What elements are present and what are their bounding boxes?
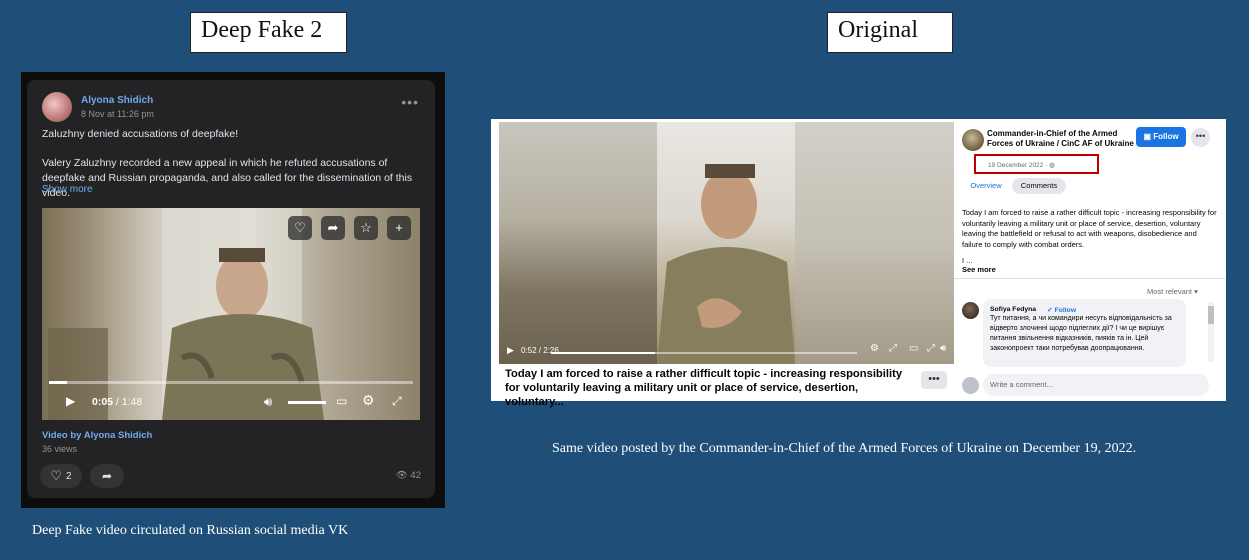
follow-label: Follow [1153, 132, 1179, 141]
fb-follow-button[interactable]: ▣ Follow [1136, 127, 1186, 147]
fb-title-more-icon[interactable]: ••• [921, 371, 947, 389]
description-tail: I ... [962, 256, 973, 265]
facebook-screenshot: ▶ 0:52 / 2:26 ⚙ ⤢ ▭ ⤢ 🔊︎ Today I am forc… [491, 119, 1226, 408]
more-options-icon[interactable]: ••• [401, 94, 419, 110]
add-plus-icon[interactable]: + [387, 216, 411, 240]
fb-progress-bar[interactable] [551, 352, 857, 354]
fb-more-icon[interactable]: ••• [1191, 128, 1210, 147]
like-count: 2 [66, 470, 72, 482]
scrollbar-thumb[interactable] [1208, 306, 1214, 324]
video-center-frame [657, 122, 795, 364]
fb-post-date[interactable]: 19 December 2022 · ◍ [988, 161, 1055, 169]
fb-sort-dropdown[interactable]: Most relevant ▾ [1147, 287, 1198, 296]
deepfake-title: Deep Fake 2 [190, 12, 347, 53]
fb-miniplayer-icon[interactable]: ▭ [909, 343, 918, 354]
original-title: Original [827, 12, 953, 53]
post-text-line1: Zaluzhny denied accusations of deepfake! [42, 128, 239, 140]
favorite-star-icon[interactable]: ☆ [354, 216, 378, 240]
share-video-icon[interactable]: ➦ [321, 216, 345, 240]
like-video-icon[interactable]: ♡ [288, 216, 312, 240]
fb-write-comment-input[interactable]: Write a comment... [983, 374, 1209, 396]
current-user-avatar [962, 377, 979, 394]
fb-comment: Sofiya Fedyna ✓ Follow Тут питання, а чи… [983, 299, 1186, 367]
view-counter: 👁︎ 42 [396, 470, 421, 481]
fb-settings-icon[interactable]: ⚙ [870, 343, 879, 354]
settings-icon[interactable]: ⚙ [362, 392, 375, 409]
fb-sidebar: Commander-in-Chief of the Armed Forces o… [954, 119, 1226, 401]
miniplayer-icon[interactable]: ▭ [336, 394, 347, 408]
video-progress-bar[interactable] [49, 381, 413, 384]
date-text: 19 December 2022 · [988, 162, 1050, 169]
fb-expand-icon[interactable]: ⤢ [889, 343, 897, 354]
video-player[interactable]: ♡ ➦ ☆ + ▶ 0:05 / 1:48 🔊︎ ▭ ⚙ ⤢ [42, 208, 420, 420]
play-icon[interactable]: ▶ [66, 394, 75, 408]
commenter-follow-link[interactable]: ✓ Follow [1047, 306, 1076, 314]
eye-icon: 👁︎ [395, 470, 408, 481]
post-author[interactable]: Alyona Shidich [81, 95, 153, 106]
follow-icon: ▣ [1143, 132, 1154, 141]
deepfake-caption: Deep Fake video circulated on Russian so… [32, 523, 349, 538]
fb-page-avatar[interactable] [962, 129, 984, 151]
fb-comments-scrollbar[interactable] [1208, 302, 1214, 362]
video-progress-fill [49, 381, 68, 384]
fb-play-icon[interactable]: ▶ [507, 345, 514, 356]
video-time: 0:05 / 1:48 [92, 396, 142, 408]
share-icon: ➦ [101, 469, 113, 483]
original-caption: Same video posted by the Commander-in-Ch… [552, 441, 1137, 456]
globe-icon: ◍ [1049, 162, 1055, 169]
post-text-line2: Valery Zaluzhny recorded a new appeal in… [42, 157, 413, 199]
verified-icon: ✓ [1047, 307, 1055, 314]
video-blur-left [499, 122, 659, 364]
volume-icon[interactable]: 🔊︎ [264, 394, 272, 410]
fb-post-description: Today I am forced to raise a rather diff… [962, 208, 1217, 267]
vk-post-card: Alyona Shidich 8 Nov at 11:26 pm ••• Zal… [27, 80, 435, 498]
comment-text: Тут питання, а чи командири несуть відпо… [990, 315, 1172, 352]
fb-progress-fill [551, 352, 656, 354]
fb-video-title: Today I am forced to raise a rather diff… [505, 368, 903, 408]
video-blur-right [794, 122, 954, 364]
time-separator: / [113, 396, 122, 408]
tab-overview[interactable]: Overview [962, 178, 1010, 194]
avatar[interactable] [42, 92, 72, 122]
video-by-link[interactable]: Video by Alyona Shidich [42, 430, 152, 441]
commenter-avatar[interactable] [962, 302, 979, 319]
fb-fullscreen-icon[interactable]: ⤢ [927, 343, 935, 354]
commenter-follow-label: Follow [1054, 307, 1077, 314]
volume-slider[interactable] [288, 401, 326, 404]
eye-count: 42 [410, 470, 421, 481]
fullscreen-icon[interactable]: ⤢ [392, 394, 402, 409]
heart-icon: ♡ [50, 468, 63, 483]
like-button[interactable]: ♡ 2 [40, 464, 82, 488]
duration: 1:48 [121, 396, 143, 408]
description-text: Today I am forced to raise a rather diff… [962, 208, 1217, 249]
commenter-name[interactable]: Sofiya Fedyna [990, 306, 1036, 313]
fb-video-player[interactable]: ▶ 0:52 / 2:26 ⚙ ⤢ ▭ ⤢ 🔊︎ [499, 122, 954, 364]
share-button[interactable]: ➦ [90, 464, 124, 488]
fb-see-more-link[interactable]: See more [962, 265, 996, 274]
divider [954, 278, 1226, 279]
vk-screenshot: Alyona Shidich 8 Nov at 11:26 pm ••• Zal… [21, 72, 445, 508]
fb-page-name[interactable]: Commander-in-Chief of the Armed Forces o… [987, 129, 1137, 149]
video-person [657, 164, 795, 364]
show-more-link[interactable]: Show more [42, 184, 93, 195]
fb-volume-icon[interactable]: 🔊︎ [940, 343, 946, 354]
video-views: 36 views [42, 444, 78, 454]
current-time: 0:05 [92, 396, 114, 408]
post-time[interactable]: 8 Nov at 11:26 pm [81, 109, 154, 119]
tab-comments[interactable]: Comments [1012, 178, 1066, 194]
